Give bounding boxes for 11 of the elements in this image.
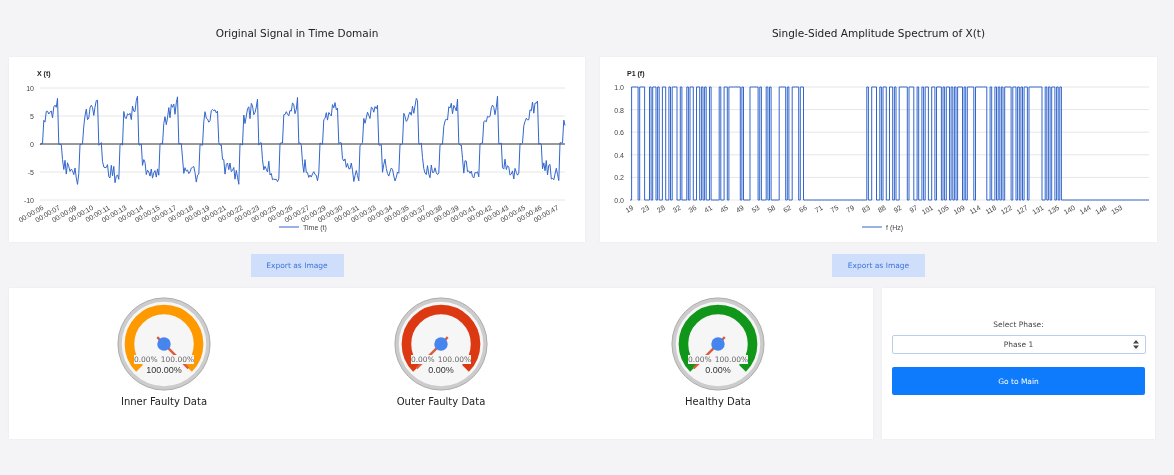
select-arrows-icon	[1132, 340, 1139, 349]
chart-title: Original Signal in Time Domain	[215, 26, 379, 41]
legend-line	[278, 226, 300, 228]
legend-line	[861, 226, 883, 228]
gauge-reading: 0.00%	[705, 365, 731, 375]
gauge-label: Healthy Data	[685, 396, 751, 407]
gauge-reading: 100.00%	[146, 365, 182, 375]
gauge-reading: 0.00%	[428, 365, 454, 375]
gauge-label: Inner Faulty Data	[120, 396, 207, 407]
chart-title: Single-Sided Amplitude Spectrum of X(t)	[771, 26, 986, 41]
gauge-label: Outer Faulty Data	[396, 396, 486, 407]
